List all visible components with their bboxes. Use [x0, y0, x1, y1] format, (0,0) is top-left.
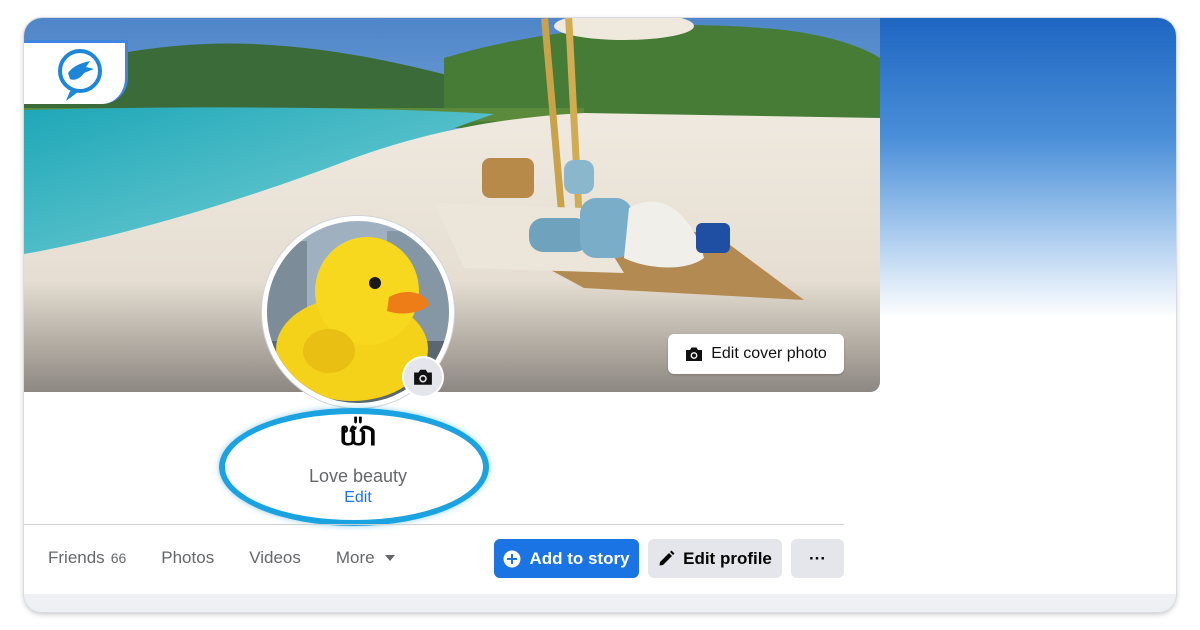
- add-to-story-button[interactable]: Add to story: [494, 539, 639, 578]
- edit-profile-button[interactable]: Edit profile: [648, 539, 782, 578]
- tab-friends-label: Friends: [48, 548, 105, 567]
- camera-icon: [686, 347, 703, 361]
- pencil-icon: [659, 550, 675, 566]
- caret-down-icon: [384, 555, 395, 561]
- tab-videos[interactable]: Videos: [249, 548, 301, 568]
- tab-photos[interactable]: Photos: [161, 548, 214, 568]
- tab-more-label: More: [335, 548, 375, 567]
- profile-screenshot-frame: Edit cover photo យ៉ា Love beauty Edit Fr…: [24, 18, 1176, 612]
- more-options-icon: ···: [809, 548, 826, 568]
- edit-bio-link[interactable]: Edit: [258, 489, 458, 507]
- edit-cover-photo-button[interactable]: Edit cover photo: [668, 334, 844, 374]
- section-divider: [24, 524, 844, 525]
- update-avatar-button[interactable]: [404, 358, 442, 396]
- site-logo-badge: [24, 40, 128, 104]
- add-to-story-label: Add to story: [529, 548, 630, 568]
- hummingbird-logo-icon: [58, 49, 102, 101]
- tab-photos-label: Photos: [161, 548, 215, 567]
- tab-friends[interactable]: Friends 66: [48, 548, 126, 568]
- cover-photo: Edit cover photo: [24, 18, 880, 392]
- tab-more[interactable]: More: [336, 548, 395, 568]
- bottom-content-strip: [24, 594, 1176, 612]
- profile-tabs: Friends 66 Photos Videos More: [48, 540, 430, 576]
- edit-profile-label: Edit profile: [683, 548, 772, 568]
- side-gradient-decoration: [880, 18, 1176, 318]
- profile-bio: Love beauty: [308, 466, 408, 486]
- friends-count: 66: [110, 550, 127, 566]
- more-options-button[interactable]: ···: [791, 539, 844, 578]
- edit-cover-photo-label: Edit cover photo: [711, 345, 827, 362]
- plus-circle-icon: [503, 550, 521, 567]
- tab-videos-label: Videos: [249, 548, 301, 567]
- camera-icon: [414, 369, 432, 385]
- profile-name: យ៉ា: [338, 418, 378, 453]
